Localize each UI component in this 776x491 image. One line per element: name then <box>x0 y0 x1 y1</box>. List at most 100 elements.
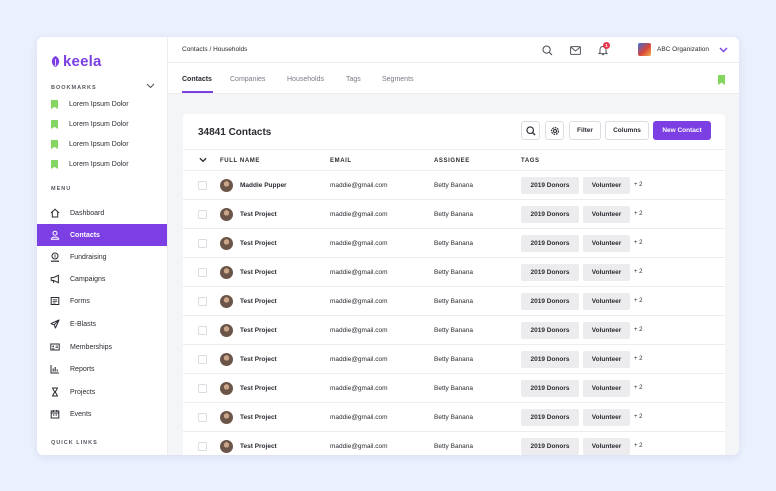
chevron-down-icon[interactable] <box>146 83 155 89</box>
row-checkbox[interactable] <box>198 239 207 248</box>
more-tags-count[interactable]: + 2 <box>634 414 643 420</box>
table-row[interactable]: Test Project maddie@gmail.com Betty Bana… <box>183 229 725 258</box>
tab-households[interactable]: Households <box>287 76 324 83</box>
row-checkbox[interactable] <box>198 413 207 422</box>
contact-name[interactable]: Test Project <box>240 443 277 450</box>
bookmark-icon[interactable] <box>718 75 725 85</box>
sidebar-item-campaigns[interactable]: Campaigns <box>37 268 167 290</box>
new-contact-button[interactable]: New Contact <box>653 121 711 140</box>
columns-button[interactable]: Columns <box>605 121 649 140</box>
sidebar-item-forms[interactable]: Forms <box>37 290 167 312</box>
contact-assignee: Betty Banana <box>434 182 474 189</box>
tag-chip[interactable]: Volunteer <box>583 438 630 455</box>
table-row[interactable]: Test Project maddie@gmail.com Betty Bana… <box>183 200 725 229</box>
table-row[interactable]: Maddie Pupper maddie@gmail.com Betty Ban… <box>183 171 725 200</box>
more-tags-count[interactable]: + 2 <box>634 298 643 304</box>
row-checkbox[interactable] <box>198 384 207 393</box>
tag-chip[interactable]: Volunteer <box>583 206 630 223</box>
more-tags-count[interactable]: + 2 <box>634 385 643 391</box>
tag-chip[interactable]: 2019 Donors <box>521 380 579 397</box>
bookmark-item[interactable]: Lorem Ipsum Dolor <box>51 140 129 149</box>
tab-companies[interactable]: Companies <box>230 76 265 83</box>
sidebar-item-eblasts[interactable]: E-Blasts <box>37 313 167 335</box>
contact-name[interactable]: Test Project <box>240 385 277 392</box>
table-row[interactable]: Test Project maddie@gmail.com Betty Bana… <box>183 287 725 316</box>
column-header-full-name[interactable]: FULL NAME <box>220 158 260 164</box>
form-icon <box>50 296 60 306</box>
table-row[interactable]: Test Project maddie@gmail.com Betty Bana… <box>183 432 725 455</box>
tag-chip[interactable]: Volunteer <box>583 293 630 310</box>
more-tags-count[interactable]: + 2 <box>634 211 643 217</box>
tag-chip[interactable]: Volunteer <box>583 409 630 426</box>
table-row[interactable]: Test Project maddie@gmail.com Betty Bana… <box>183 345 725 374</box>
column-header-tags[interactable]: TAGS <box>521 158 540 164</box>
tag-chip[interactable]: 2019 Donors <box>521 351 579 368</box>
column-header-assignee[interactable]: ASSIGNEE <box>434 158 470 164</box>
more-tags-count[interactable]: + 2 <box>634 327 643 333</box>
row-checkbox[interactable] <box>198 326 207 335</box>
more-tags-count[interactable]: + 2 <box>634 356 643 362</box>
row-checkbox[interactable] <box>198 297 207 306</box>
contact-name[interactable]: Test Project <box>240 298 277 305</box>
sidebar-item-events[interactable]: Events <box>37 403 167 425</box>
tag-chip[interactable]: Volunteer <box>583 322 630 339</box>
tag-chip[interactable]: Volunteer <box>583 264 630 281</box>
sidebar-item-fundraising[interactable]: Fundraising <box>37 246 167 268</box>
tag-chip[interactable]: Volunteer <box>583 380 630 397</box>
tab-tags[interactable]: Tags <box>346 76 361 83</box>
contact-name[interactable]: Test Project <box>240 240 277 247</box>
table-row[interactable]: Test Project maddie@gmail.com Betty Bana… <box>183 403 725 432</box>
search-icon[interactable] <box>541 44 553 56</box>
org-switcher[interactable]: ABC Organization <box>638 43 728 56</box>
more-tags-count[interactable]: + 2 <box>634 269 643 275</box>
breadcrumb[interactable]: Contacts / Households <box>182 46 247 53</box>
tag-chip[interactable]: 2019 Donors <box>521 206 579 223</box>
tag-chip[interactable]: 2019 Donors <box>521 293 579 310</box>
contact-name[interactable]: Test Project <box>240 269 277 276</box>
sidebar-item-memberships[interactable]: Memberships <box>37 336 167 358</box>
row-checkbox[interactable] <box>198 181 207 190</box>
sidebar-item-projects[interactable]: Projects <box>37 381 167 403</box>
table-row[interactable]: Test Project maddie@gmail.com Betty Bana… <box>183 258 725 287</box>
row-checkbox[interactable] <box>198 355 207 364</box>
tag-chip[interactable]: 2019 Donors <box>521 438 579 455</box>
tag-chip[interactable]: 2019 Donors <box>521 177 579 194</box>
tab-segments[interactable]: Segments <box>382 76 414 83</box>
table-row[interactable]: Test Project maddie@gmail.com Betty Bana… <box>183 316 725 345</box>
tag-chip[interactable]: 2019 Donors <box>521 235 579 252</box>
tag-chip[interactable]: 2019 Donors <box>521 322 579 339</box>
tag-chip[interactable]: Volunteer <box>583 235 630 252</box>
bookmark-item[interactable]: Lorem Ipsum Dolor <box>51 160 129 169</box>
table-row[interactable]: Test Project maddie@gmail.com Betty Bana… <box>183 374 725 403</box>
tag-chip[interactable]: 2019 Donors <box>521 264 579 281</box>
bookmark-icon <box>51 100 58 109</box>
search-button[interactable] <box>521 121 540 140</box>
more-tags-count[interactable]: + 2 <box>634 443 643 449</box>
notification-bell-icon[interactable]: 1 <box>597 42 610 56</box>
more-tags-count[interactable]: + 2 <box>634 182 643 188</box>
tab-contacts[interactable]: Contacts <box>182 76 212 83</box>
keela-logo[interactable]: keela <box>51 53 102 70</box>
row-checkbox[interactable] <box>198 268 207 277</box>
contact-name[interactable]: Test Project <box>240 211 277 218</box>
bookmark-item[interactable]: Lorem Ipsum Dolor <box>51 100 129 109</box>
contact-name[interactable]: Test Project <box>240 414 277 421</box>
settings-button[interactable] <box>545 121 564 140</box>
contact-name[interactable]: Maddie Pupper <box>240 182 287 189</box>
column-header-email[interactable]: EMAIL <box>330 158 352 164</box>
tag-chip[interactable]: Volunteer <box>583 177 630 194</box>
tag-chip[interactable]: Volunteer <box>583 351 630 368</box>
sidebar-item-dashboard[interactable]: Dashboard <box>37 202 167 224</box>
bookmark-item[interactable]: Lorem Ipsum Dolor <box>51 120 129 129</box>
chevron-down-icon[interactable] <box>199 157 207 163</box>
row-checkbox[interactable] <box>198 210 207 219</box>
contact-name[interactable]: Test Project <box>240 356 277 363</box>
sidebar-item-reports[interactable]: Reports <box>37 358 167 380</box>
more-tags-count[interactable]: + 2 <box>634 240 643 246</box>
filter-button[interactable]: Filter <box>569 121 601 140</box>
row-checkbox[interactable] <box>198 442 207 451</box>
mail-icon[interactable] <box>569 44 581 56</box>
contact-name[interactable]: Test Project <box>240 327 277 334</box>
sidebar-item-contacts[interactable]: Contacts <box>37 224 167 246</box>
tag-chip[interactable]: 2019 Donors <box>521 409 579 426</box>
